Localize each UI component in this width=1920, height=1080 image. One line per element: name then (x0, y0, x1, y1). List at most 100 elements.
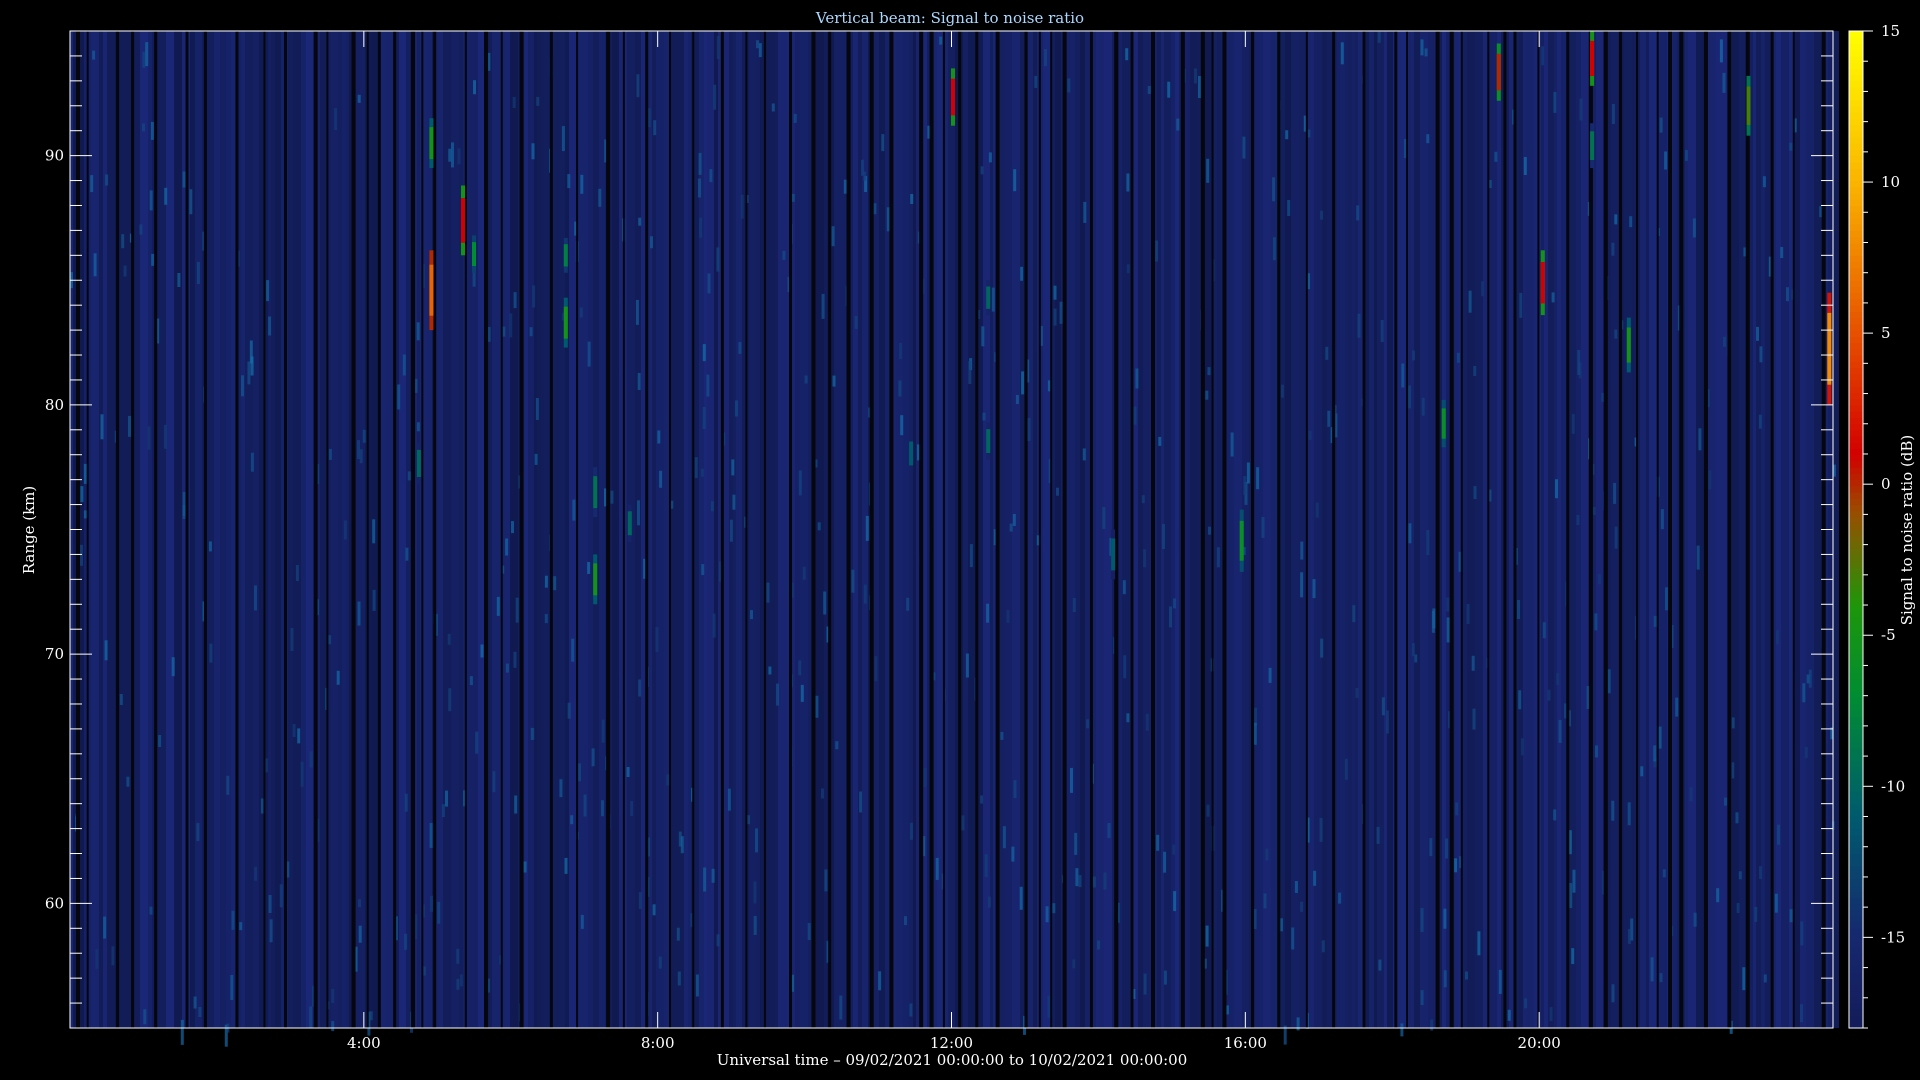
noise-speck (513, 651, 517, 668)
noise-speck (343, 520, 347, 540)
noise-speck (1378, 959, 1382, 971)
noise-speck (1355, 688, 1359, 698)
noise-speck (496, 596, 500, 616)
colorbar-segment (1849, 224, 1863, 231)
noise-column (1554, 31, 1557, 1028)
noise-speck (1430, 1019, 1434, 1031)
noise-column (148, 31, 152, 1028)
noise-speck (208, 541, 212, 552)
noise-column (214, 31, 220, 1028)
noise-column (968, 31, 975, 1028)
noise-speck (1611, 800, 1615, 821)
noise-column (190, 31, 195, 1028)
noise-speck (451, 142, 454, 168)
data-gap (942, 31, 945, 1028)
colorbar-segment (1849, 965, 1863, 973)
noise-speck (105, 174, 109, 186)
noise-column (1526, 31, 1534, 1028)
colorbar-segment (1849, 74, 1863, 82)
colorbar-segment (1849, 323, 1863, 331)
data-gap (1180, 31, 1185, 1028)
colorbar-segment (1849, 80, 1863, 88)
noise-speck (1155, 240, 1159, 262)
x-tick-label: 8:00 (641, 1034, 675, 1052)
noise-speck (740, 194, 744, 219)
noise-speck (1629, 216, 1633, 228)
data-gap (393, 31, 397, 1028)
noise-column (1226, 31, 1234, 1028)
colorbar-segment (1849, 1003, 1863, 1010)
colorbar-segment (1849, 367, 1863, 375)
colorbar-segment (1849, 872, 1863, 879)
noise-column (1649, 31, 1657, 1028)
noise-speck (798, 660, 802, 676)
noise-speck (652, 904, 656, 916)
noise-speck (1594, 613, 1598, 631)
noise-column (417, 31, 420, 1028)
noise-speck (716, 934, 720, 947)
data-gap (1792, 31, 1795, 1028)
noise-speck (1473, 366, 1477, 376)
colorbar-segment (1849, 404, 1863, 412)
noise-speck (1072, 598, 1076, 612)
colorbar-segment (1849, 647, 1863, 655)
noise-speck (404, 933, 408, 950)
noise-speck (1804, 746, 1808, 758)
noise-column (1800, 31, 1806, 1028)
noise-column (1483, 31, 1487, 1028)
noise-speck (448, 148, 452, 162)
noise-speck (143, 1009, 147, 1025)
colorbar-segment (1849, 984, 1863, 992)
noise-speck (1653, 745, 1657, 762)
colorbar-segment (1849, 361, 1863, 369)
noise-speck (898, 380, 902, 397)
colorbar-segment (1849, 292, 1863, 300)
data-gap (1089, 31, 1093, 1028)
noise-speck (965, 653, 969, 678)
data-gap (1251, 31, 1255, 1028)
noise-speck (260, 798, 264, 814)
noise-speck (1230, 432, 1234, 457)
noise-speck (782, 250, 786, 260)
noise-column (1478, 31, 1483, 1028)
data-gap (1656, 31, 1659, 1028)
noise-speck (1477, 931, 1481, 956)
noise-speck (709, 169, 713, 183)
noise-speck (1558, 719, 1562, 743)
noise-speck (1340, 42, 1344, 65)
noise-speck (1253, 722, 1257, 745)
data-gap (1435, 31, 1440, 1028)
colorbar-segment (1849, 953, 1863, 960)
colorbar-segment (1849, 959, 1863, 967)
colorbar-segment (1849, 62, 1863, 69)
noise-speck (1002, 826, 1006, 849)
noise-speck (1147, 86, 1151, 94)
noise-column (1544, 31, 1548, 1028)
noise-column (1381, 31, 1384, 1028)
colorbar-segment (1849, 778, 1863, 786)
colorbar-segment (1849, 722, 1863, 730)
noise-speck (1420, 908, 1424, 932)
noise-speck (758, 43, 762, 58)
colorbar-segment (1849, 417, 1863, 425)
noise-speck (1519, 292, 1523, 318)
noise-column (775, 31, 778, 1028)
noise-speck (357, 601, 361, 626)
colorbar-segment (1849, 996, 1863, 1004)
colorbar-segment (1849, 728, 1863, 736)
noise-speck (1070, 767, 1073, 793)
colorbar-segment (1849, 180, 1863, 188)
data-gap (263, 31, 266, 1028)
noise-column (1548, 31, 1554, 1028)
noise-speck (1356, 205, 1360, 221)
noise-speck (969, 544, 973, 568)
colorbar-segment (1849, 548, 1863, 555)
noise-column (505, 31, 510, 1028)
noise-speck (397, 384, 401, 410)
colorbar-segment (1849, 155, 1863, 163)
noise-column (271, 31, 275, 1028)
noise-speck (1523, 157, 1527, 175)
noise-speck (587, 562, 591, 574)
noise-speck (677, 971, 681, 986)
colorbar-segment (1849, 342, 1863, 350)
